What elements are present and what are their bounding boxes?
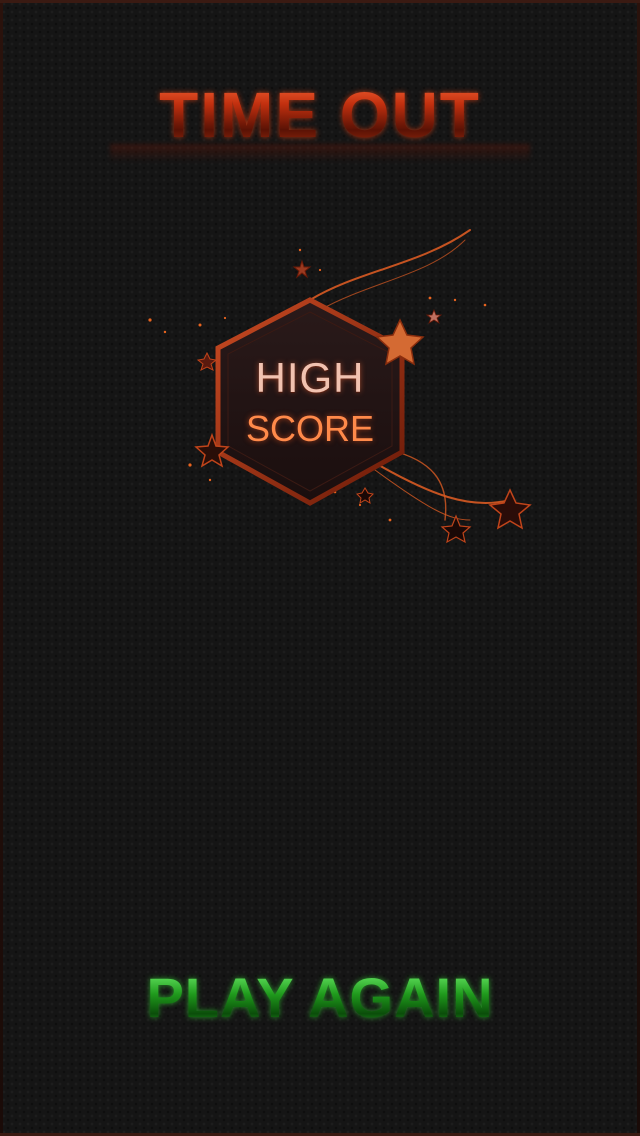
star-icon	[196, 351, 218, 371]
star-icon	[292, 259, 312, 279]
time-out-title: TIME OUT	[0, 78, 640, 152]
high-score-badge: HIGH SCORE	[130, 220, 540, 550]
high-score-line1: HIGH	[255, 354, 365, 401]
star-icon	[355, 487, 375, 505]
high-score-line2: SCORE	[245, 408, 375, 449]
title-reflection	[110, 144, 530, 162]
star-icon	[425, 308, 443, 324]
star-icon	[488, 488, 532, 530]
play-again-button[interactable]: PLAY AGAIN	[0, 965, 640, 1030]
